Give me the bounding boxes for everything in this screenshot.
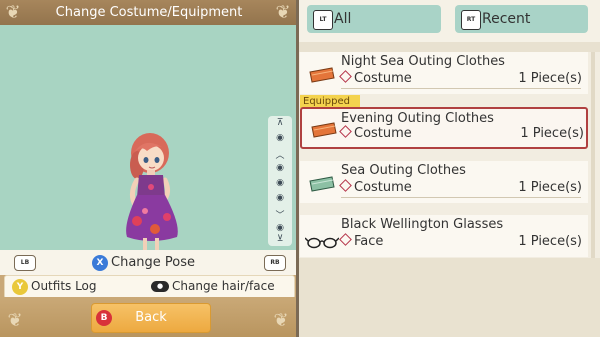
rail-bottom-icon[interactable]: ⊻ xyxy=(268,234,292,244)
stick-icon: ● xyxy=(151,281,169,292)
change-pose-bar[interactable]: LB X Change Pose RB xyxy=(0,250,298,275)
rail-top-icon[interactable]: ⊼ xyxy=(268,118,292,128)
divider xyxy=(341,197,581,198)
ornament-icon: ❦ xyxy=(275,2,291,23)
list-item[interactable]: Sea Outing Clothes Costume 1 Piece(s) xyxy=(300,161,588,203)
panel-title: Change Costume/Equipment xyxy=(55,5,243,20)
empty-list-area xyxy=(299,258,600,337)
scrollbar[interactable] xyxy=(591,52,595,292)
tab-recent[interactable]: RT Recent xyxy=(455,5,588,33)
item-quantity: 1 Piece(s) xyxy=(518,180,582,195)
folded-clothes-orange-icon xyxy=(311,122,337,138)
item-type-label: Face xyxy=(354,234,384,249)
tab-all[interactable]: LT All xyxy=(307,5,441,33)
folded-clothes-orange-icon xyxy=(309,67,335,83)
chevron-down-icon[interactable]: ﹀ xyxy=(268,208,292,221)
outfits-log-label[interactable]: Outfits Log xyxy=(31,279,97,293)
lb-button-icon[interactable]: LB xyxy=(14,255,36,271)
stick-icon: ◉ xyxy=(276,163,284,173)
item-type-label: Costume xyxy=(354,126,412,141)
item-quantity: 1 Piece(s) xyxy=(520,126,584,141)
x-button-icon: X xyxy=(92,255,108,271)
change-hair-face-label[interactable]: Change hair/face xyxy=(172,279,275,293)
back-button[interactable]: B Back xyxy=(91,303,211,333)
ornament-icon: ❦ xyxy=(5,2,21,23)
lt-button-icon: LT xyxy=(313,10,333,30)
stick-icon: ◉ xyxy=(276,193,284,203)
item-name: Black Wellington Glasses xyxy=(341,217,504,232)
y-button-icon: Y xyxy=(12,279,28,295)
stick-icon: ◉ xyxy=(276,133,284,143)
back-label: Back xyxy=(135,310,167,325)
chevron-up-icon[interactable]: ︿ xyxy=(268,148,292,161)
list-item[interactable]: Night Sea Outing Clothes Costume 1 Piece… xyxy=(300,52,588,94)
item-name: Evening Outing Clothes xyxy=(341,111,494,126)
folded-clothes-green-icon xyxy=(309,176,335,192)
stick-icon: ◉ xyxy=(276,223,284,233)
character-figure xyxy=(126,133,178,259)
panel-header: Change Costume/Equipment xyxy=(0,0,298,25)
glasses-icon xyxy=(305,237,339,249)
camera-rail: ⊼ ◉ ︿ ◉ ◉ ◉ ﹀ ◉ ⊻ xyxy=(268,116,292,246)
diamond-icon xyxy=(339,125,352,138)
item-type-label: Costume xyxy=(354,180,412,195)
diamond-icon xyxy=(339,233,352,246)
change-pose-label: Change Pose xyxy=(111,255,196,270)
tab-label: Recent xyxy=(482,11,531,27)
outfits-log-bar[interactable]: Y Outfits Log ● Change hair/face xyxy=(4,275,295,299)
item-name: Sea Outing Clothes xyxy=(341,163,466,178)
item-type-label: Costume xyxy=(354,71,412,86)
ornament-icon: ❦ xyxy=(273,310,289,331)
item-quantity: 1 Piece(s) xyxy=(518,234,582,249)
divider xyxy=(341,88,581,89)
list-item-selected[interactable]: Evening Outing Clothes Costume 1 Piece(s… xyxy=(300,107,588,149)
item-type: Costume xyxy=(339,125,412,141)
b-button-icon: B xyxy=(96,310,112,326)
item-type: Costume xyxy=(339,179,412,195)
rb-button-icon[interactable]: RB xyxy=(264,255,286,271)
diamond-icon xyxy=(339,179,352,192)
stick-icon: ◉ xyxy=(276,178,284,188)
item-quantity: 1 Piece(s) xyxy=(518,71,582,86)
rt-button-icon: RT xyxy=(461,10,481,30)
tab-label: All xyxy=(334,11,352,27)
diamond-icon xyxy=(339,70,352,83)
list-separator xyxy=(299,42,600,52)
list-item[interactable]: Black Wellington Glasses Face 1 Piece(s) xyxy=(300,215,588,257)
ornament-icon: ❦ xyxy=(7,310,23,331)
item-type: Face xyxy=(339,233,384,249)
item-type: Costume xyxy=(339,70,412,86)
character-preview[interactable] xyxy=(0,25,298,259)
item-name: Night Sea Outing Clothes xyxy=(341,54,505,69)
